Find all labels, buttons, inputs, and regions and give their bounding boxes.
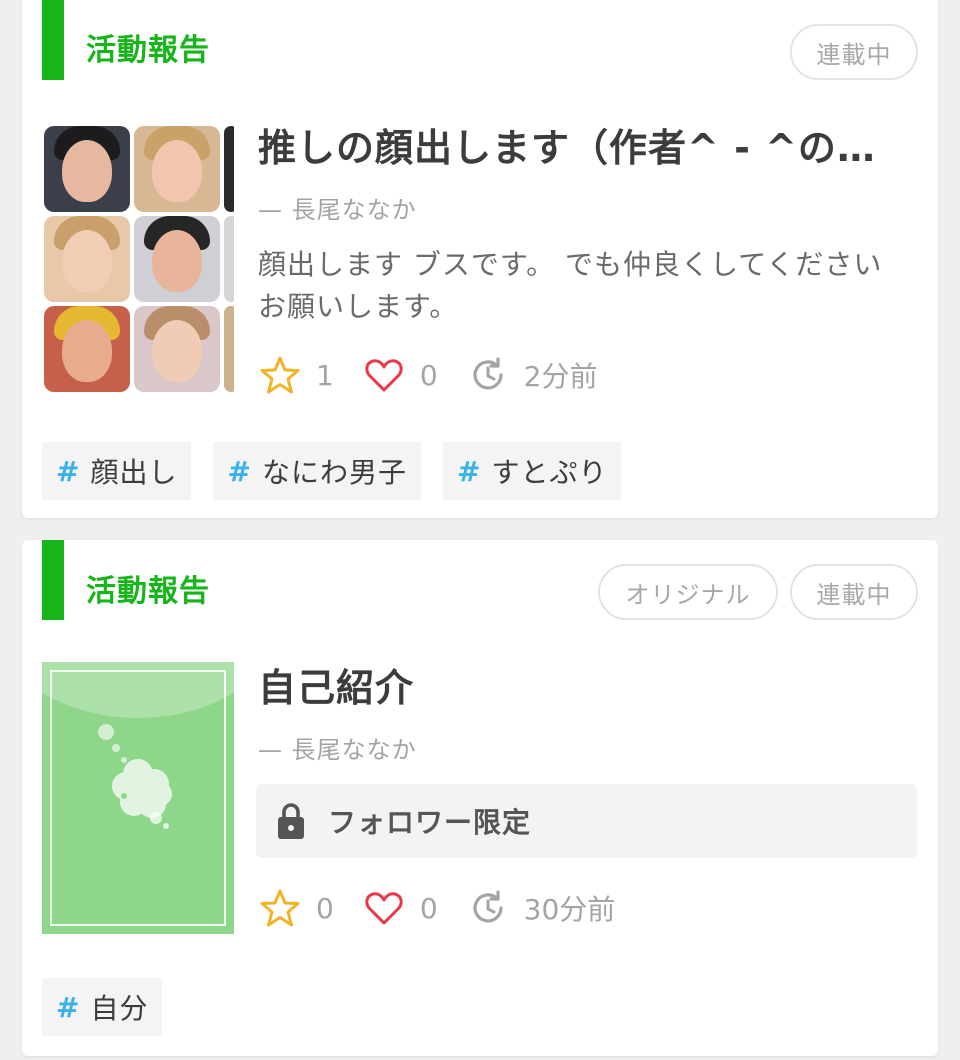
photo-thumbnail <box>134 126 220 212</box>
like-count: 0 <box>419 891 438 925</box>
category-label: 活動報告 <box>86 574 210 609</box>
photo-thumbnail <box>224 216 234 302</box>
update-clock-icon <box>473 890 503 923</box>
tag-label: すとぷり <box>491 456 608 489</box>
tag-list: # 顔出し # なにわ男子 # すとぷり <box>42 442 622 500</box>
heart-icon[interactable] <box>364 355 404 395</box>
star-count: 0 <box>316 891 334 925</box>
star-count: 1 <box>316 358 334 392</box>
like-count: 0 <box>419 358 438 392</box>
hashtag-icon: # <box>56 990 81 1024</box>
photo-thumbnail <box>134 216 220 302</box>
photo-thumbnail <box>224 306 234 392</box>
tag-label: 顔出し <box>90 456 178 489</box>
hashtag-icon: # <box>227 454 252 488</box>
lock-icon <box>278 803 304 839</box>
story-stats: 0 0 30分前 <box>260 888 645 928</box>
photo-thumbnail <box>44 126 130 212</box>
story-card[interactable]: 活動報告 オリジナル 連載中 自己紹介 — 長尾ななか フォロワー限定 0 0 … <box>22 540 938 1056</box>
tag-label: 自分 <box>90 992 149 1025</box>
category-accent-bar <box>42 540 64 620</box>
hashtag-icon: # <box>456 454 482 488</box>
tag-list: # 自分 <box>42 978 163 1036</box>
story-thumbnail[interactable] <box>42 126 234 398</box>
status-badge-serializing: 連載中 <box>790 24 918 80</box>
status-badge-serializing: 連載中 <box>790 564 918 620</box>
heart-icon[interactable] <box>364 888 404 928</box>
followers-only-label: フォロワー限定 <box>328 806 532 839</box>
category-label: 活動報告 <box>86 33 210 68</box>
photo-thumbnail <box>224 126 234 212</box>
photo-thumbnail <box>134 306 220 392</box>
hashtag-icon: # <box>56 454 81 488</box>
author-name[interactable]: — 長尾ななか <box>258 190 417 225</box>
story-stats: 1 0 2分前 <box>260 355 627 395</box>
update-clock-icon <box>473 357 503 390</box>
tag-chip[interactable]: # なにわ男子 <box>213 442 421 500</box>
photo-thumbnail <box>44 306 130 392</box>
author-name[interactable]: — 長尾ななか <box>258 730 417 765</box>
updated-time: 30分前 <box>523 893 616 926</box>
tag-label: なにわ男子 <box>261 456 407 489</box>
followers-only-notice: フォロワー限定 <box>256 784 917 858</box>
tag-chip[interactable]: # 自分 <box>42 978 163 1036</box>
updated-time: 2分前 <box>523 360 598 393</box>
thought-bubble-icon <box>98 724 172 829</box>
tag-chip[interactable]: # 顔出し <box>42 442 192 500</box>
star-icon[interactable] <box>260 888 300 928</box>
story-thumbnail[interactable] <box>42 662 234 934</box>
status-badge-original: オリジナル <box>598 564 778 620</box>
photo-thumbnail <box>44 216 130 302</box>
tag-chip[interactable]: # すとぷり <box>442 442 622 500</box>
story-description: 顔出します ブスです。 でも仲良くしてください お願いします。 <box>258 248 883 323</box>
story-title[interactable]: 自己紹介 <box>258 667 414 710</box>
star-icon[interactable] <box>260 355 300 395</box>
story-title[interactable]: 推しの顔出します（作者^ - ^の… <box>258 127 876 170</box>
story-card[interactable]: 活動報告 連載中 推しの顔出します（作者^ - ^の… — 長尾ななか 顔出しま… <box>22 0 938 518</box>
category-accent-bar <box>42 0 64 80</box>
